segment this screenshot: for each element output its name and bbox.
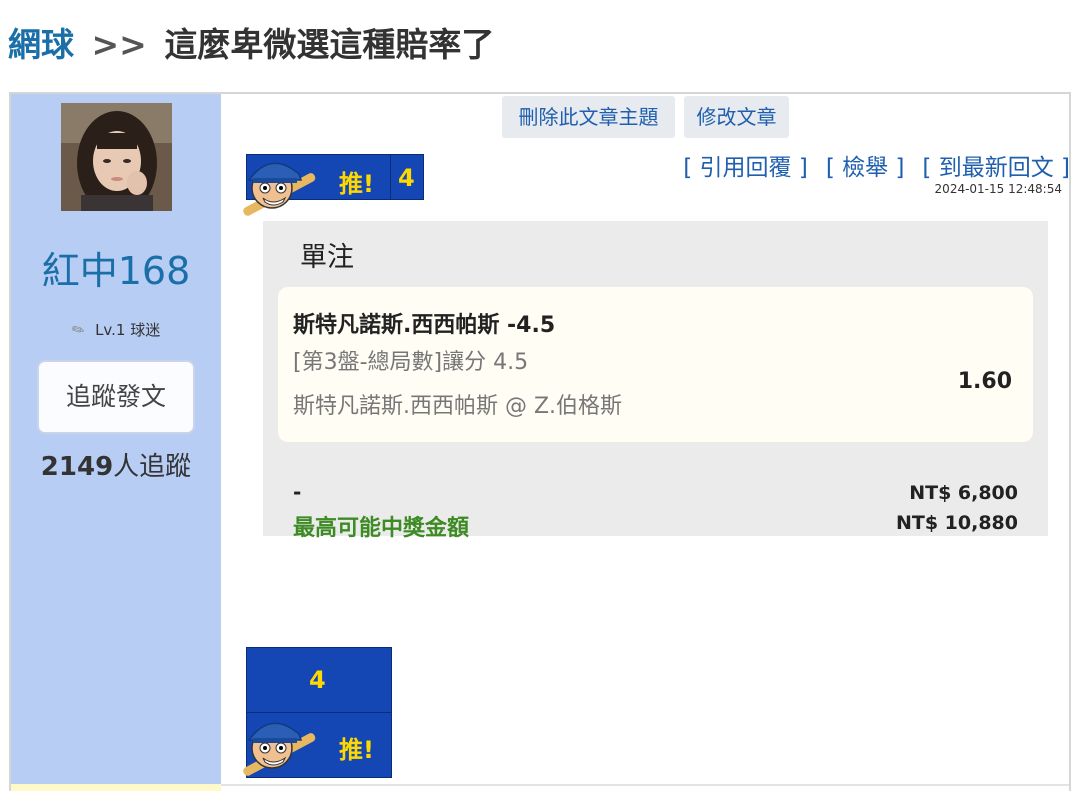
avatar[interactable] <box>61 103 172 211</box>
push-count-bottom: 4 <box>309 666 326 694</box>
category-link[interactable]: 網球 <box>8 25 74 64</box>
report-link[interactable]: [ 檢舉 ] <box>826 155 905 181</box>
pencil-icon: ✎ <box>68 319 88 341</box>
post-links: [ 引用回覆 ] [ 檢舉 ] [ 到最新回文 ] <box>665 148 1070 182</box>
follower-count: 2149人追蹤 <box>11 446 221 483</box>
post-divider <box>221 784 1069 786</box>
bet-odds: 1.60 <box>957 369 1012 394</box>
post-timestamp: 2024-01-15 12:48:54 <box>934 182 1062 196</box>
bet-market: [第3盤-總局數]讓分 4.5 <box>293 350 529 375</box>
follow-button[interactable]: 追蹤發文 <box>37 360 195 434</box>
push-label-bottom: 推! <box>339 736 374 764</box>
stake-label: - <box>293 480 302 504</box>
quote-reply-link[interactable]: [ 引用回覆 ] <box>683 155 808 181</box>
bet-match: 斯特凡諾斯.西西帕斯 @ Z.伯格斯 <box>293 394 623 419</box>
stake-amount: NT$ 6,800 <box>909 482 1018 504</box>
page-title: 網球 >> 這麼卑微選這種賠率了 <box>8 18 494 66</box>
baseball-mascot-icon <box>243 162 316 216</box>
breadcrumb-separator: >> <box>91 25 147 64</box>
post-title: 這麼卑微選這種賠率了 <box>164 25 495 64</box>
push-label: 推! <box>339 170 374 198</box>
bet-team: 斯特凡諾斯.西西帕斯 -4.5 <box>293 313 556 338</box>
baseball-mascot-icon <box>243 722 316 776</box>
latest-reply-link[interactable]: [ 到最新回文 ] <box>922 155 1070 181</box>
edit-post-button[interactable]: 修改文章 <box>684 96 789 138</box>
avatar-photo <box>61 103 172 211</box>
sidebar-footer <box>11 784 221 791</box>
follower-suffix: 人追蹤 <box>113 452 192 482</box>
push-count: 4 <box>398 164 415 192</box>
author-name[interactable]: 紅中168 <box>11 240 221 295</box>
delete-topic-button[interactable]: 刪除此文章主題 <box>502 96 675 138</box>
bet-type: 單注 <box>300 242 354 273</box>
max-prize-amount: NT$ 10,880 <box>895 512 1018 534</box>
max-prize-label: 最高可能中獎金額 <box>293 516 470 541</box>
follower-number: 2149 <box>40 452 114 482</box>
author-level: ✎ Lv.1 球迷 <box>11 319 221 341</box>
rank-text: 球迷 <box>130 321 161 339</box>
level-text: Lv.1 <box>95 321 126 339</box>
